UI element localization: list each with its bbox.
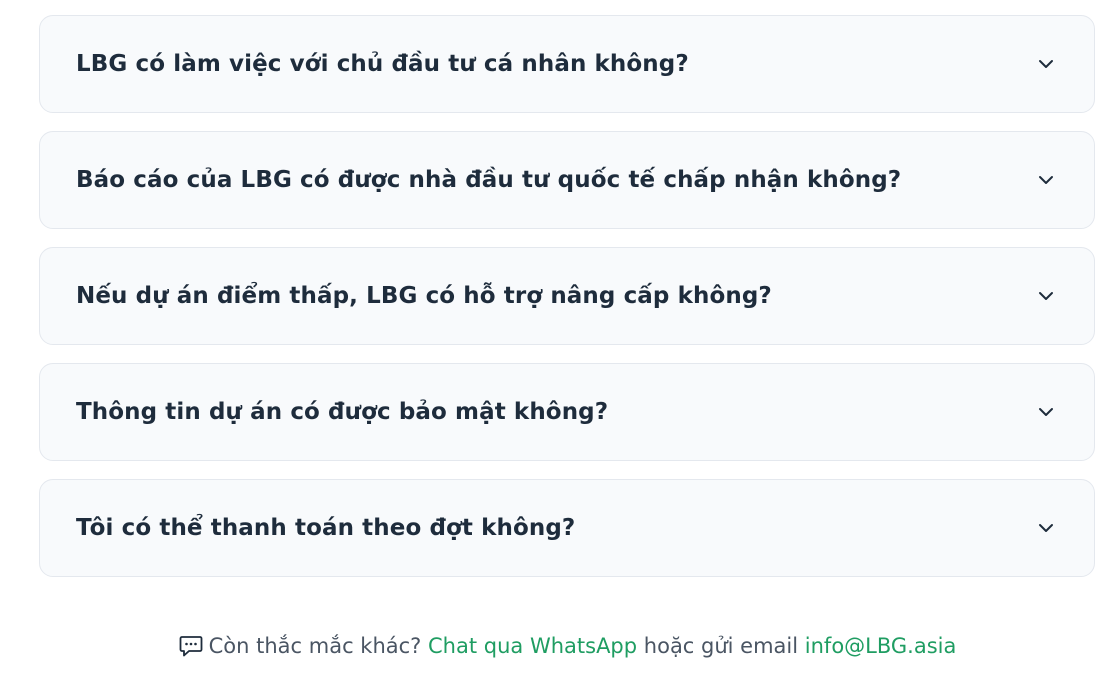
faq-question: Tôi có thể thanh toán theo đợt không?: [76, 515, 576, 541]
whatsapp-link[interactable]: Chat qua WhatsApp: [428, 634, 637, 658]
chevron-down-icon[interactable]: [1036, 170, 1056, 190]
contact-prefix-text: Còn thắc mắc khác?: [208, 634, 422, 658]
faq-question: Báo cáo của LBG có được nhà đầu tư quốc …: [76, 167, 902, 193]
faq-item[interactable]: LBG có làm việc với chủ đầu tư cá nhân k…: [39, 15, 1095, 113]
contact-middle-text: hoặc gửi email: [643, 634, 799, 658]
faq-list: LBG có làm việc với chủ đầu tư cá nhân k…: [39, 15, 1095, 595]
chevron-down-icon[interactable]: [1036, 286, 1056, 306]
faq-item[interactable]: Thông tin dự án có được bảo mật không?: [39, 363, 1095, 461]
faq-question: Nếu dự án điểm thấp, LBG có hỗ trợ nâng …: [76, 283, 772, 309]
email-link[interactable]: info@LBG.asia: [805, 634, 957, 658]
contact-note: Còn thắc mắc khác? Chat qua WhatsApp hoặ…: [0, 634, 1119, 662]
faq-question: Thông tin dự án có được bảo mật không?: [76, 399, 609, 425]
faq-item[interactable]: Báo cáo của LBG có được nhà đầu tư quốc …: [39, 131, 1095, 229]
faq-item[interactable]: Tôi có thể thanh toán theo đợt không?: [39, 479, 1095, 577]
faq-item[interactable]: Nếu dự án điểm thấp, LBG có hỗ trợ nâng …: [39, 247, 1095, 345]
chevron-down-icon[interactable]: [1036, 54, 1056, 74]
chevron-down-icon[interactable]: [1036, 518, 1056, 538]
faq-question: LBG có làm việc với chủ đầu tư cá nhân k…: [76, 51, 689, 77]
chevron-down-icon[interactable]: [1036, 402, 1056, 422]
chat-bubble-icon: [179, 635, 203, 662]
